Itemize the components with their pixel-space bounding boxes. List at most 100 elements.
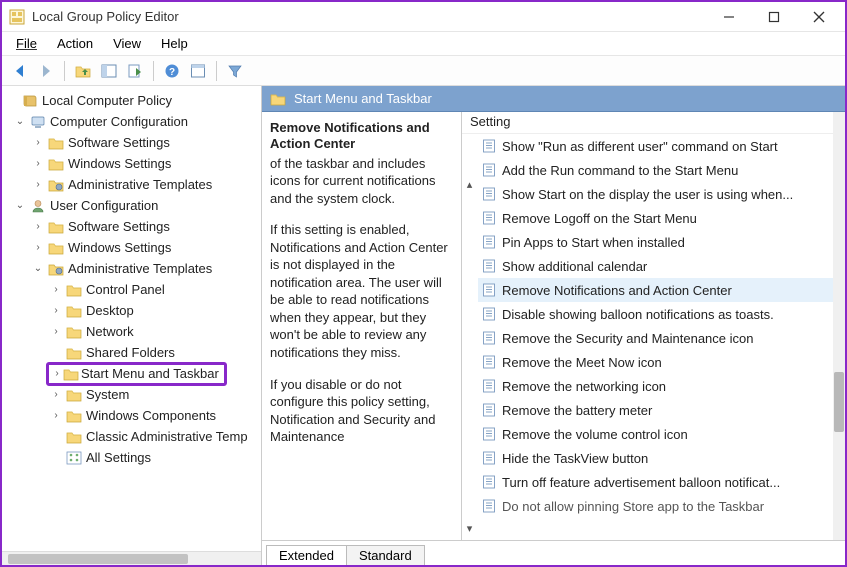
tree-control-panel[interactable]: Control Panel [86, 282, 165, 297]
setting-row[interactable]: Remove Notifications and Action Center [478, 278, 833, 302]
menu-help[interactable]: Help [153, 34, 196, 53]
scroll-down-icon[interactable]: ▾ [462, 520, 477, 536]
app-icon [8, 8, 26, 26]
scroll-up-icon[interactable]: ▴ [462, 176, 477, 192]
export-button[interactable] [123, 59, 147, 83]
tree-uc-windows[interactable]: Windows Settings [68, 240, 171, 255]
setting-label: Remove the battery meter [502, 403, 652, 418]
tab-standard[interactable]: Standard [346, 545, 425, 565]
policy-icon [482, 235, 496, 249]
setting-label: Add the Run command to the Start Menu [502, 163, 738, 178]
folder-icon [66, 282, 82, 298]
toolbar: ? [2, 56, 845, 86]
svg-text:?: ? [169, 67, 175, 78]
setting-row[interactable]: Remove Logoff on the Start Menu [478, 206, 833, 230]
tree-uc-admin[interactable]: Administrative Templates [68, 261, 212, 276]
policy-icon [482, 403, 496, 417]
setting-row[interactable]: Remove the networking icon [478, 374, 833, 398]
menu-file[interactable]: File [8, 34, 45, 53]
setting-row[interactable]: Show "Run as different user" command on … [478, 134, 833, 158]
policy-icon [482, 187, 496, 201]
show-hide-tree-button[interactable] [97, 59, 121, 83]
policy-icon [482, 379, 496, 393]
folder-icon [66, 387, 82, 403]
tree-cc-windows[interactable]: Windows Settings [68, 156, 171, 171]
setting-row[interactable]: Disable showing balloon notifications as… [478, 302, 833, 326]
setting-label: Show "Run as different user" command on … [502, 139, 778, 154]
setting-row[interactable]: Hide the TaskView button [478, 446, 833, 470]
setting-label: Pin Apps to Start when installed [502, 235, 685, 250]
tree-h-scrollbar[interactable] [2, 551, 261, 565]
minimize-button[interactable] [706, 3, 751, 31]
tree-uc-software[interactable]: Software Settings [68, 219, 170, 234]
policy-icon [482, 475, 496, 489]
setting-row[interactable]: Do not allow pinning Store app to the Ta… [478, 494, 833, 518]
maximize-button[interactable] [751, 3, 796, 31]
setting-label: Disable showing balloon notifications as… [502, 307, 774, 322]
setting-row[interactable]: Add the Run command to the Start Menu [478, 158, 833, 182]
setting-label: Remove the networking icon [502, 379, 666, 394]
tab-extended[interactable]: Extended [266, 545, 347, 565]
tree-root[interactable]: Local Computer Policy [42, 93, 172, 108]
details-v-scrollbar[interactable] [833, 112, 845, 540]
policy-icon [482, 259, 496, 273]
tree-computer-config[interactable]: Computer Configuration [50, 114, 188, 129]
tree-shared-folders[interactable]: Shared Folders [86, 345, 175, 360]
app-window: Local Group Policy Editor File Action Vi… [0, 0, 847, 567]
policy-icon [482, 427, 496, 441]
content-body: Local Computer Policy ⌄ Computer Configu… [2, 86, 845, 565]
close-button[interactable] [796, 3, 841, 31]
tree-cc-admin[interactable]: Administrative Templates [68, 177, 212, 192]
policy-root-icon [22, 93, 38, 109]
tree-all-settings[interactable]: All Settings [86, 450, 151, 465]
folder-icon [63, 366, 79, 382]
setting-row[interactable]: Show Start on the display the user is us… [478, 182, 833, 206]
folder-icon [270, 91, 286, 107]
details-pane: Start Menu and Taskbar Remove Notificati… [262, 86, 845, 565]
properties-button[interactable] [186, 59, 210, 83]
setting-label: Remove the Security and Maintenance icon [502, 331, 753, 346]
back-button[interactable] [8, 59, 32, 83]
tree-windows-components[interactable]: Windows Components [86, 408, 216, 423]
setting-label: Do not allow pinning Store app to the Ta… [502, 499, 764, 514]
tree-network[interactable]: Network [86, 324, 134, 339]
menu-view[interactable]: View [105, 34, 149, 53]
tree-classic-admin[interactable]: Classic Administrative Temp [86, 429, 248, 444]
filter-button[interactable] [223, 59, 247, 83]
selected-setting-title: Remove Notifications and Action Center [270, 120, 451, 153]
setting-label: Turn off feature advertisement balloon n… [502, 475, 780, 490]
forward-button[interactable] [34, 59, 58, 83]
setting-row[interactable]: Remove the volume control icon [478, 422, 833, 446]
setting-row[interactable]: Remove the Security and Maintenance icon [478, 326, 833, 350]
folder-icon [48, 135, 64, 151]
tree-user-config[interactable]: User Configuration [50, 198, 158, 213]
policy-icon [482, 163, 496, 177]
description-panel: Remove Notifications and Action Center o… [262, 112, 462, 540]
caret-icon[interactable]: ⌄ [14, 200, 26, 211]
setting-label: Show additional calendar [502, 259, 647, 274]
description-text: If this setting is enabled, Notification… [270, 221, 451, 361]
tree-system[interactable]: System [86, 387, 129, 402]
tree-scroll[interactable]: Local Computer Policy ⌄ Computer Configu… [2, 86, 261, 551]
list-column-header[interactable]: Setting [462, 112, 845, 134]
tree-desktop[interactable]: Desktop [86, 303, 134, 318]
caret-icon[interactable]: ⌄ [14, 116, 26, 127]
up-button[interactable] [71, 59, 95, 83]
policy-icon [482, 499, 496, 513]
menu-action[interactable]: Action [49, 34, 101, 53]
folder-icon [66, 408, 82, 424]
help-button[interactable]: ? [160, 59, 184, 83]
setting-row[interactable]: Remove the Meet Now icon [478, 350, 833, 374]
setting-row[interactable]: Show additional calendar [478, 254, 833, 278]
tree-cc-software[interactable]: Software Settings [68, 135, 170, 150]
settings-list: Setting ▴ ▾ Show "Run as different user"… [462, 112, 845, 540]
setting-label: Remove Logoff on the Start Menu [502, 211, 697, 226]
setting-row[interactable]: Pin Apps to Start when installed [478, 230, 833, 254]
all-settings-icon [66, 450, 82, 466]
tree-start-menu-taskbar[interactable]: Start Menu and Taskbar [79, 366, 222, 381]
setting-label: Remove Notifications and Action Center [502, 283, 732, 298]
description-text: of the taskbar and includes icons for cu… [270, 155, 451, 208]
highlighted-tree-item: › Start Menu and Taskbar [46, 362, 227, 386]
setting-row[interactable]: Turn off feature advertisement balloon n… [478, 470, 833, 494]
setting-row[interactable]: Remove the battery meter [478, 398, 833, 422]
